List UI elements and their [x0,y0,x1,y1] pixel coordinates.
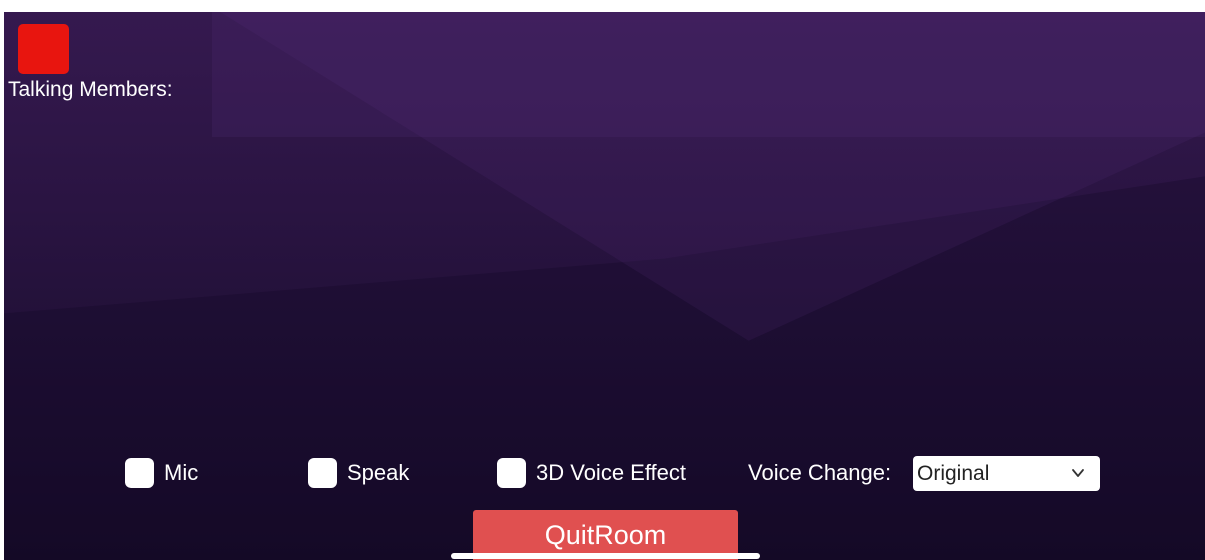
speak-checkbox[interactable] [308,458,337,488]
speak-toggle[interactable]: Speak [308,458,409,488]
mic-checkbox[interactable] [125,458,154,488]
voice-change-dropdown[interactable]: Original [913,456,1100,491]
status-indicator [18,24,69,74]
chevron-down-icon [1070,465,1086,486]
voice-3d-label: 3D Voice Effect [536,460,687,485]
background-shape [212,12,1205,137]
voice-change-label: Voice Change: [748,460,892,485]
mic-toggle[interactable]: Mic [125,458,198,488]
home-indicator[interactable] [451,553,760,559]
voice-3d-checkbox[interactable] [497,458,526,488]
talking-members-label: Talking Members: [8,78,173,101]
voice-3d-toggle[interactable]: 3D Voice Effect [497,458,686,488]
mic-label: Mic [164,460,199,485]
speak-label: Speak [347,460,410,485]
voice-change-value: Original [917,461,990,485]
app-screen: Talking Members: Mic Speak 3D Voice Effe… [4,12,1205,560]
